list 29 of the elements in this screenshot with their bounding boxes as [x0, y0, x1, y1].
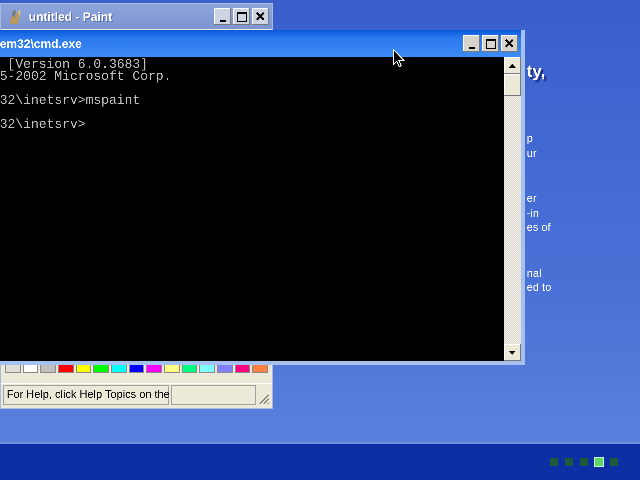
maximize-button[interactable] [233, 8, 250, 25]
maximize-icon [236, 12, 246, 22]
welcome-heading: ty, [527, 62, 547, 82]
close-button[interactable] [501, 35, 518, 52]
minimize-button[interactable] [463, 35, 480, 52]
window-title: untitled - Paint [29, 10, 114, 24]
minimize-icon [220, 20, 226, 22]
down-arrow-icon [509, 350, 516, 354]
minimize-button[interactable] [214, 8, 231, 25]
close-icon [256, 12, 265, 21]
scrollbar[interactable] [504, 57, 521, 361]
close-icon [505, 39, 514, 48]
maximize-icon [486, 38, 496, 48]
welcome-paragraph: p ur [527, 132, 538, 161]
status-text: For Help, click Help Topics on the [3, 385, 169, 405]
up-arrow-icon [509, 64, 516, 68]
resize-grip-icon[interactable] [258, 393, 270, 405]
scroll-thumb[interactable] [504, 74, 521, 96]
welcome-paragraph: nal ed to [527, 266, 552, 296]
paint-app-icon [7, 8, 23, 24]
console-output: [Version 6.0.3683] 5-2002 Microsoft Corp. 32\inetsrv>mspaint 32\inetsrv> [0, 57, 504, 361]
scroll-up-button[interactable] [504, 57, 521, 74]
window-title: em32\cmd.exe [0, 36, 84, 50]
mouse-pointer-icon [393, 49, 405, 68]
scroll-down-button[interactable] [504, 344, 521, 361]
minimize-icon [468, 46, 474, 48]
maximize-button[interactable] [482, 35, 499, 52]
welcome-paragraph: er -in es of [527, 192, 552, 236]
close-button[interactable] [252, 8, 269, 25]
